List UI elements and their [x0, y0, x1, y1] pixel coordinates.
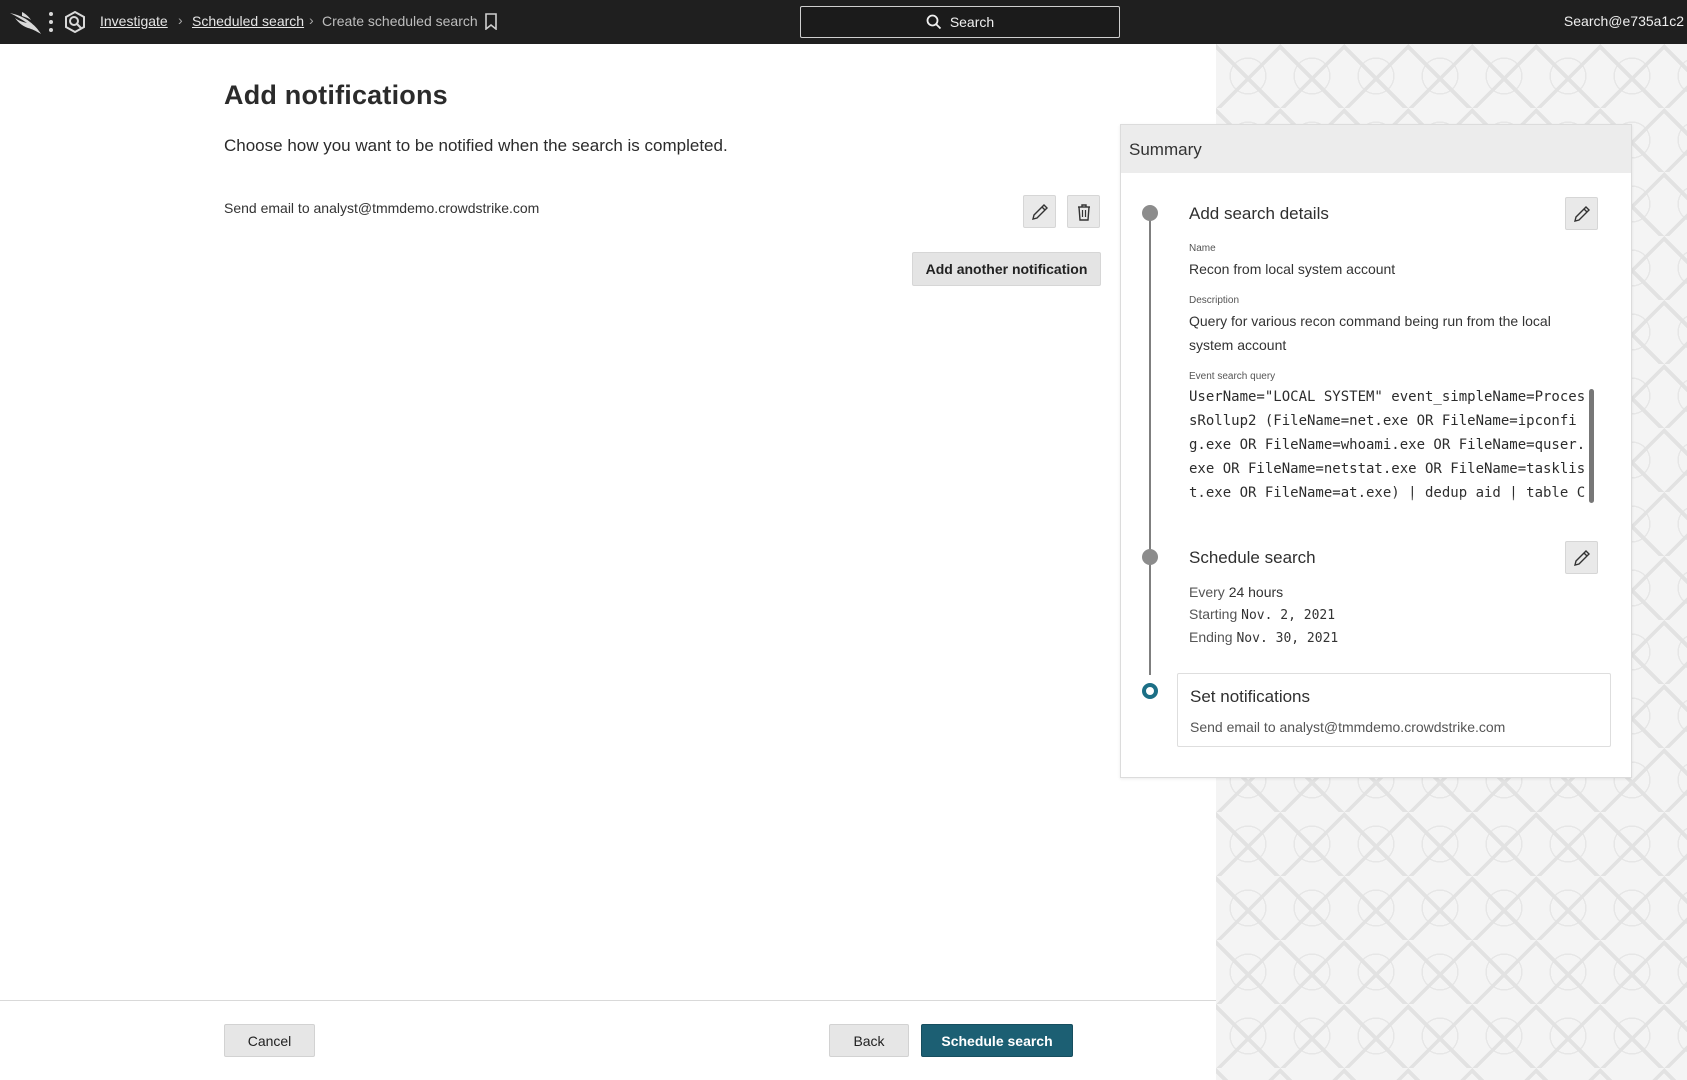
edit-schedule-button[interactable] [1565, 541, 1598, 574]
falcon-logo-icon[interactable] [8, 9, 42, 35]
query-label: Event search query [1189, 371, 1276, 382]
kebab-menu-icon[interactable] [47, 10, 55, 34]
set-notifications-card: Set notifications Send email to analyst@… [1177, 673, 1611, 747]
step-marker-notifications-active [1142, 683, 1158, 699]
delete-notification-button[interactable] [1067, 195, 1100, 228]
chevron-right-icon: › [309, 12, 314, 28]
notification-summary-text: Send email to analyst@tmmdemo.crowdstrik… [1190, 719, 1506, 735]
main-content: Add notifications Choose how you want to… [0, 44, 1216, 1080]
edit-notification-button[interactable] [1023, 195, 1056, 228]
pencil-icon [1031, 203, 1048, 220]
step-title-schedule: Schedule search [1189, 548, 1316, 567]
step-title-notifications: Set notifications [1190, 687, 1311, 706]
frequency-value: 24 hours [1228, 584, 1284, 600]
investigate-icon[interactable] [64, 11, 86, 33]
user-account[interactable]: Search@e735a1c2 [1564, 13, 1684, 29]
summary-header: Summary [1121, 125, 1631, 173]
notification-item: Send email to analyst@tmmdemo.crowdstrik… [224, 200, 540, 216]
end-date-value: Nov. 30, 2021 [1236, 631, 1339, 646]
breadcrumb-investigate[interactable]: Investigate [100, 13, 168, 29]
schedule-search-button[interactable]: Schedule search [921, 1024, 1073, 1057]
search-description-value: Query for various recon command being ru… [1189, 313, 1551, 353]
event-search-query-value: UserName="LOCAL SYSTEM" event_simpleName… [1189, 389, 1586, 501]
schedule-end: Ending Nov. 30, 2021 [1189, 629, 1338, 646]
breadcrumb-scheduled-search[interactable]: Scheduled search [192, 13, 304, 29]
edit-search-details-button[interactable] [1565, 197, 1598, 230]
name-label: Name [1189, 243, 1216, 254]
timeline-line [1149, 215, 1151, 675]
add-another-notification-button[interactable]: Add another notification [912, 252, 1101, 286]
step-marker-schedule [1142, 549, 1158, 565]
footer-divider [0, 1000, 1216, 1001]
search-name-value: Recon from local system account [1189, 261, 1396, 277]
bookmark-icon[interactable] [484, 13, 498, 30]
step-title-details: Add search details [1189, 204, 1329, 223]
top-navigation-bar: Investigate › Scheduled search › Create … [0, 0, 1687, 44]
breadcrumb-current: Create scheduled search [322, 13, 478, 29]
schedule-start: Starting Nov. 2, 2021 [1189, 606, 1335, 623]
back-button[interactable]: Back [829, 1024, 909, 1057]
start-prefix: Starting [1189, 606, 1238, 622]
pencil-icon [1573, 205, 1590, 222]
summary-panel: Summary Add search details Name Recon fr… [1120, 124, 1632, 778]
end-prefix: Ending [1189, 629, 1233, 645]
page-title: Add notifications [224, 80, 448, 110]
search-icon [926, 14, 941, 30]
query-scrollbar[interactable] [1589, 389, 1594, 503]
frequency-prefix: Every [1189, 584, 1225, 600]
trash-icon [1077, 203, 1090, 221]
search-label: Search [949, 14, 995, 30]
pencil-icon [1573, 549, 1590, 566]
step-marker-details [1142, 205, 1158, 221]
global-search-button[interactable]: Search [800, 6, 1120, 38]
query-fade-overlay [1189, 495, 1593, 509]
cancel-button[interactable]: Cancel [224, 1024, 315, 1057]
start-date-value: Nov. 2, 2021 [1241, 608, 1336, 623]
page-subtitle: Choose how you want to be notified when … [224, 136, 728, 155]
description-label: Description [1189, 295, 1240, 306]
chevron-right-icon: › [178, 12, 183, 28]
schedule-frequency: Every 24 hours [1189, 584, 1283, 600]
